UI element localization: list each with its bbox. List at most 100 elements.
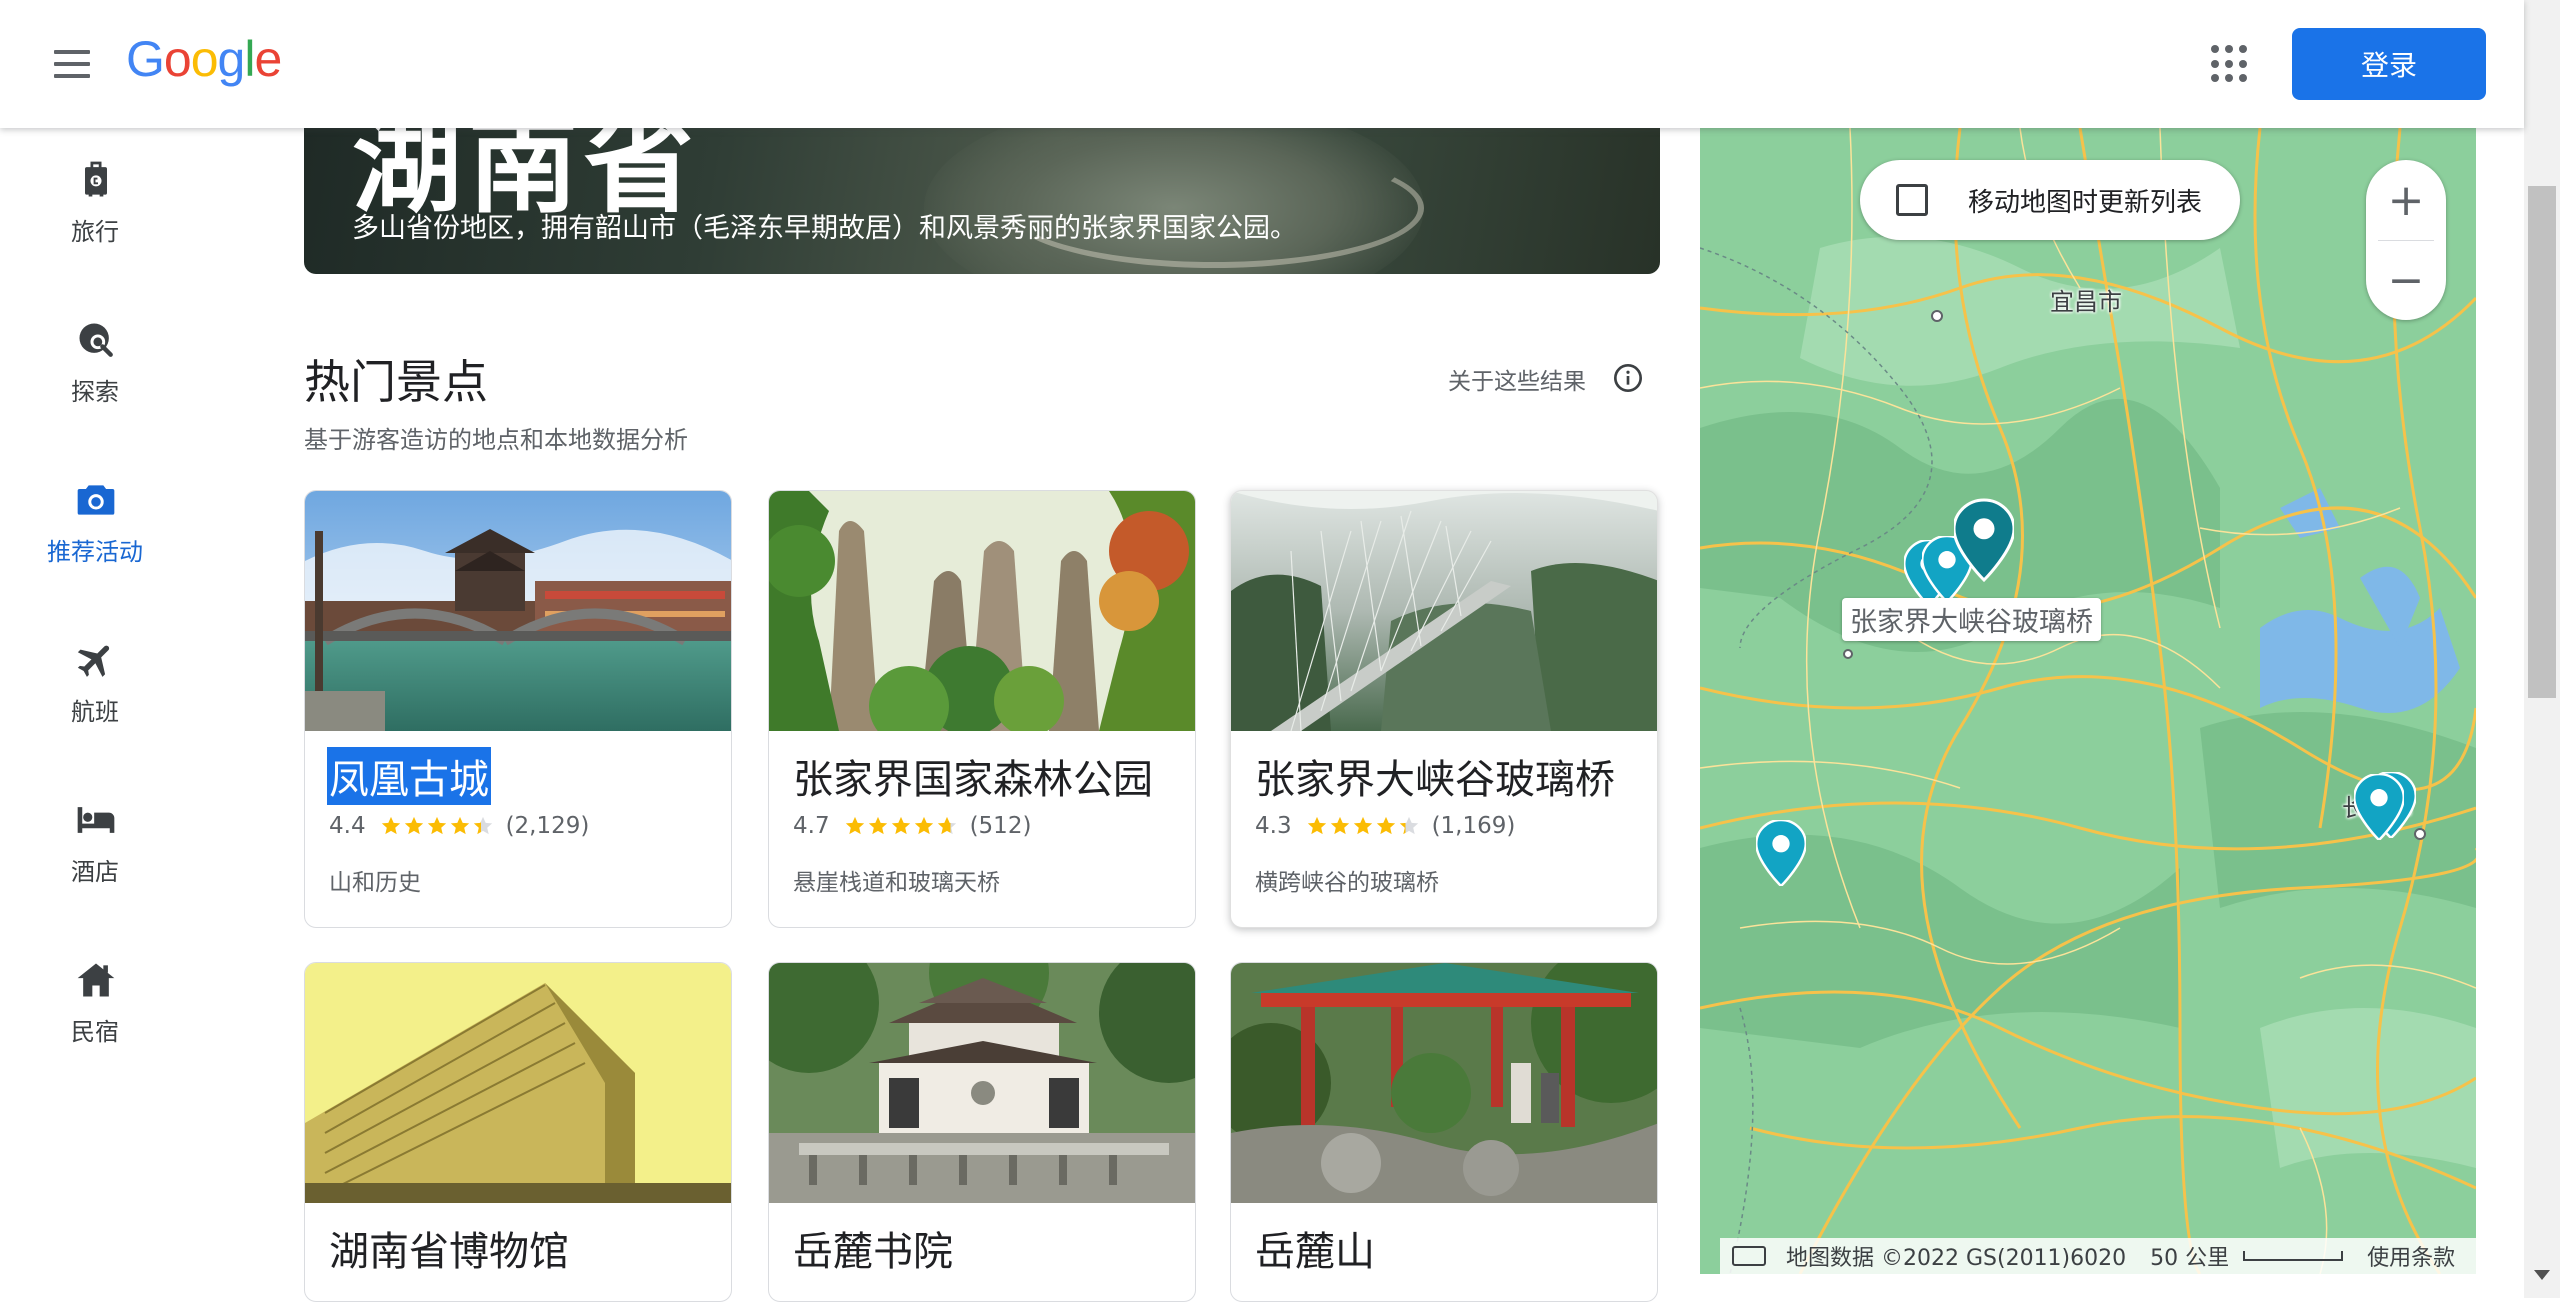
- rating-row: 4.4 (2,129): [329, 813, 589, 839]
- star-icon: [868, 816, 887, 835]
- map-attribution-bar: 地图数据 ©2022 GS(2011)6020 50 公里 使用条款: [1720, 1238, 2476, 1274]
- map-pin-label: 张家界大峡谷玻璃桥: [1842, 598, 2101, 641]
- map-panel[interactable]: 移动地图时更新列表 + − 宜昌市 长沙市 张家界大峡谷玻璃桥 地图数据 ©20…: [1700, 128, 2476, 1274]
- section-title: 热门景点: [304, 355, 488, 409]
- info-icon[interactable]: [1612, 362, 1644, 394]
- review-count: (512): [969, 813, 1032, 839]
- attraction-card-glass-bridge[interactable]: 张家界大峡谷玻璃桥 4.3 (1,169) 横跨峡谷的玻璃桥: [1230, 490, 1658, 928]
- logo-letter: l: [244, 31, 255, 87]
- zoom-in-button[interactable]: +: [2366, 160, 2446, 240]
- star-icon: [1330, 816, 1349, 835]
- star-icon: [1399, 816, 1418, 835]
- attraction-card-yuelu-academy[interactable]: 岳麓书院: [768, 962, 1196, 1302]
- map-pin-icon[interactable]: [2354, 774, 2404, 840]
- attraction-name: 岳麓书院: [793, 1229, 953, 1275]
- star-icon: [473, 816, 492, 835]
- side-navigation: 旅行 探索 推荐活动 航班 酒店 民宿: [0, 128, 190, 1298]
- hamburger-menu-icon[interactable]: [42, 40, 102, 88]
- attraction-name: 张家界国家森林公园: [793, 757, 1153, 803]
- apps-grid-icon[interactable]: [2206, 40, 2254, 88]
- zoom-controls: + −: [2366, 160, 2446, 320]
- attraction-photo: [769, 491, 1195, 731]
- attraction-name: 张家界大峡谷玻璃桥: [1255, 757, 1615, 803]
- scroll-down-arrow-icon[interactable]: [2534, 1270, 2550, 1280]
- map-scale-bar: [2243, 1251, 2344, 1261]
- google-logo[interactable]: Google: [126, 30, 282, 88]
- star-icon: [450, 816, 469, 835]
- map-pin-icon[interactable]: [1756, 820, 1806, 886]
- map-terms-link[interactable]: 使用条款: [2367, 1240, 2455, 1272]
- attraction-card-zhangjiajie-park[interactable]: 张家界国家森林公园 4.7 (512) 悬崖栈道和玻璃天桥: [768, 490, 1196, 928]
- map-scale-label[interactable]: 50 公里: [2150, 1240, 2229, 1272]
- home-icon: [77, 963, 115, 997]
- star-icon: [404, 816, 423, 835]
- hero-banner: 湖南省 多山省份地区，拥有韶山市（毛泽东早期故居）和风景秀丽的张家界国家公园。: [304, 128, 1660, 274]
- nav-label-flights: 航班: [71, 698, 119, 726]
- attraction-description: 横跨峡谷的玻璃桥: [1255, 870, 1439, 896]
- login-button[interactable]: 登录: [2292, 28, 2486, 100]
- map-city-label: 宜昌市: [2050, 288, 2122, 316]
- nav-item-hotels[interactable]: 酒店: [0, 790, 190, 910]
- star-rating: [1306, 815, 1420, 837]
- luggage-icon: [85, 161, 107, 197]
- nav-item-homestays[interactable]: 民宿: [0, 950, 190, 1070]
- logo-letter: o: [163, 31, 192, 87]
- page-scrollbar[interactable]: [2524, 0, 2560, 1298]
- attraction-card-yuelu-mountain[interactable]: 岳麓山: [1230, 962, 1658, 1302]
- attraction-name: 凤凰古城: [327, 747, 491, 805]
- attraction-name: 湖南省博物馆: [329, 1229, 569, 1275]
- nav-label-explore: 探索: [71, 378, 119, 406]
- rating-row: 4.7 (512): [793, 813, 1031, 839]
- section-subtitle: 基于游客造访的地点和本地数据分析: [304, 426, 688, 454]
- star-icon: [1376, 816, 1395, 835]
- nav-item-explore[interactable]: 探索: [0, 310, 190, 430]
- star-icon: [381, 816, 400, 835]
- zoom-out-button[interactable]: −: [2366, 240, 2446, 320]
- star-rating: [380, 815, 494, 837]
- nav-label-hotels: 酒店: [71, 858, 119, 886]
- nav-item-activities[interactable]: 推荐活动: [0, 470, 190, 590]
- star-icon: [891, 816, 910, 835]
- star-icon: [427, 816, 446, 835]
- star-icon: [914, 816, 933, 835]
- rating-value: 4.3: [1255, 813, 1292, 839]
- attraction-photo: [1231, 491, 1657, 731]
- attraction-card-hunan-museum[interactable]: 湖南省博物馆: [304, 962, 732, 1302]
- camera-icon: [77, 485, 115, 515]
- checkbox[interactable]: [1896, 184, 1928, 216]
- logo-letter: G: [126, 31, 165, 87]
- nav-label-travel: 旅行: [71, 218, 119, 246]
- attraction-card-fenghuang[interactable]: 凤凰古城 4.4 (2,129) 山和历史: [304, 490, 732, 928]
- logo-letter: o: [190, 31, 219, 87]
- keyboard-shortcuts-icon[interactable]: [1732, 1246, 1766, 1266]
- attraction-description: 悬崖栈道和玻璃天桥: [793, 870, 1000, 896]
- nav-item-travel[interactable]: 旅行: [0, 150, 190, 270]
- nav-item-flights[interactable]: 航班: [0, 630, 190, 750]
- map-attribution: 地图数据 ©2022 GS(2011)6020: [1786, 1246, 2127, 1271]
- hotel-bed-icon: [77, 807, 115, 833]
- rating-value: 4.7: [793, 813, 830, 839]
- review-count: (1,169): [1431, 813, 1516, 839]
- attraction-photo: [305, 491, 731, 731]
- rating-row: 4.3 (1,169): [1255, 813, 1515, 839]
- update-list-label: 移动地图时更新列表: [1968, 187, 2203, 218]
- flight-icon: [77, 645, 110, 677]
- star-icon: [1307, 816, 1326, 835]
- logo-letter: g: [217, 31, 246, 87]
- attraction-photo: [769, 963, 1195, 1203]
- scrollbar-thumb[interactable]: [2528, 186, 2556, 698]
- map-pin-selected-icon[interactable]: [1954, 498, 2014, 582]
- hero-description: 多山省份地区，拥有韶山市（毛泽东早期故居）和风景秀丽的张家界国家公园。: [352, 213, 1297, 244]
- review-count: (2,129): [505, 813, 590, 839]
- nav-label-homestays: 民宿: [71, 1018, 119, 1046]
- explore-icon: [79, 323, 113, 357]
- about-results-link[interactable]: 关于这些结果: [1448, 362, 1586, 396]
- star-icon: [845, 816, 864, 835]
- star-rating: [844, 815, 958, 837]
- attraction-name: 岳麓山: [1255, 1229, 1375, 1275]
- update-list-on-move-toggle[interactable]: 移动地图时更新列表: [1860, 160, 2240, 240]
- attraction-photo: [1231, 963, 1657, 1203]
- rating-value: 4.4: [329, 813, 366, 839]
- nav-label-activities: 推荐活动: [47, 538, 143, 566]
- star-icon: [1353, 816, 1372, 835]
